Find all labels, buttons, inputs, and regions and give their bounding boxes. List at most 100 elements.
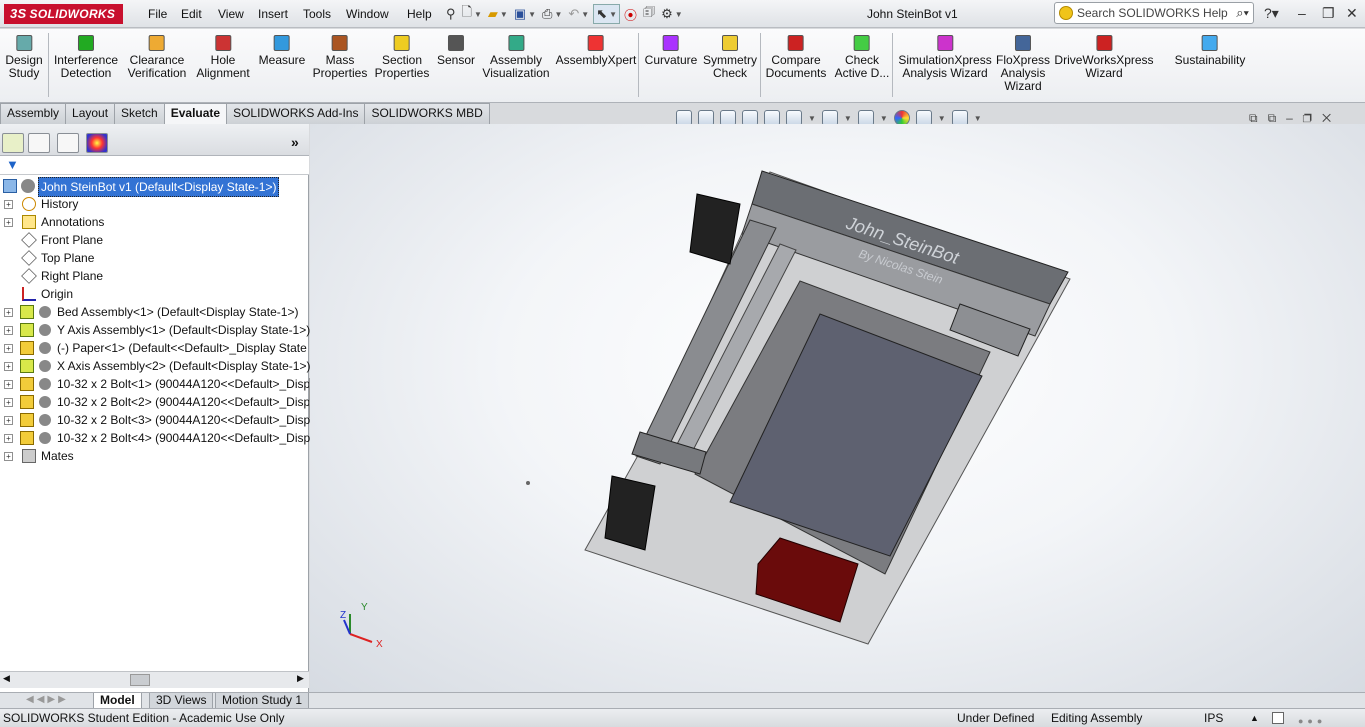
expand-icon[interactable]: + xyxy=(4,218,13,227)
file-properties-icon[interactable]: 🗊 xyxy=(641,4,657,24)
tree-item[interactable]: +10-32 x 2 Bolt<3> (90044A120<<Default>_… xyxy=(0,411,313,429)
save-icon[interactable]: ▣ ▼ xyxy=(512,4,538,24)
select-cursor-icon[interactable]: ⬉ ▼ xyxy=(593,4,621,24)
chevron-down-icon[interactable]: ▼ xyxy=(974,114,982,123)
help-question-icon[interactable]: ?▾ xyxy=(1264,5,1279,22)
tree-item[interactable]: +10-32 x 2 Bolt<4> (90044A120<<Default>_… xyxy=(0,429,313,447)
menu-insert[interactable]: Insert xyxy=(258,7,288,21)
tree-item[interactable]: + Annotations xyxy=(0,213,309,231)
expand-icon[interactable]: + xyxy=(4,452,13,461)
featuremanager-tab-icon[interactable] xyxy=(2,133,24,153)
scroll-left-icon[interactable]: ◀ xyxy=(3,673,10,684)
cmd-section-properties-button[interactable]: Section Properties xyxy=(375,33,429,80)
menu-help[interactable]: Help xyxy=(407,7,432,21)
tree-item[interactable]: +10-32 x 2 Bolt<2> (90044A120<<Default>_… xyxy=(0,393,313,411)
tree-item[interactable]: +10-32 x 2 Bolt<1> (90044A120<<Default>_… xyxy=(0,375,313,393)
configurationmanager-tab-icon[interactable] xyxy=(57,133,79,153)
filter-icon[interactable]: ▼ xyxy=(6,157,19,172)
bottom-tab-model[interactable]: Model xyxy=(93,693,142,709)
menu-window[interactable]: Window xyxy=(346,7,389,21)
propertymanager-tab-icon[interactable] xyxy=(28,133,50,153)
tab-sketch[interactable]: Sketch xyxy=(114,103,165,124)
expand-icon[interactable]: + xyxy=(4,434,13,443)
tab-solidworks-add-ins[interactable]: SOLIDWORKS Add-Ins xyxy=(226,103,366,124)
cmd-clearance-verification-button[interactable]: Clearance Verification xyxy=(128,33,186,80)
scroll-right-icon[interactable]: ▶ xyxy=(297,673,304,684)
cmd-driveworksxpress-button[interactable]: DriveWorksXpress Wizard xyxy=(1054,33,1154,80)
status-toggle-icon[interactable] xyxy=(1272,712,1284,724)
tree-item[interactable]: + History xyxy=(0,195,309,213)
cmd-floxpress-button[interactable]: FloXpress Analysis Wizard xyxy=(996,33,1050,93)
cmd-measure-button[interactable]: Measure xyxy=(259,33,305,67)
tree-item[interactable]: Top Plane xyxy=(0,249,309,267)
scroll-thumb[interactable] xyxy=(130,674,150,686)
menu-view[interactable]: View xyxy=(218,7,244,21)
tab-layout[interactable]: Layout xyxy=(65,103,116,124)
cmd-symmetry-check-button[interactable]: Symmetry Check xyxy=(703,33,757,80)
open-folder-icon[interactable]: ▰ ▼ xyxy=(486,4,510,24)
tree-item[interactable]: Front Plane xyxy=(0,231,309,249)
cmd-design-study-button[interactable]: Design Study xyxy=(5,33,43,80)
tree-item[interactable]: + Bed Assembly<1> (Default<Display State-… xyxy=(0,303,309,321)
menu-file[interactable]: File xyxy=(148,7,167,21)
tab-evaluate[interactable]: Evaluate xyxy=(163,103,228,125)
cmd-simulationxpress-button[interactable]: SimulationXpress Analysis Wizard xyxy=(898,33,992,80)
cmd-interference-detection-button[interactable]: Interference Detection xyxy=(54,33,118,80)
cmd-mass-properties-button[interactable]: Mass Properties xyxy=(313,33,367,80)
expand-panel-icon[interactable]: » xyxy=(291,134,299,150)
expand-icon[interactable]: + xyxy=(4,308,13,317)
rebuild-traffic-light-icon[interactable]: ⦿ xyxy=(622,4,639,24)
tree-item[interactable]: + Y Axis Assembly<1> (Default<Display Sta… xyxy=(0,321,310,339)
tree-item[interactable]: Origin xyxy=(0,285,309,303)
bottom-tab-3d-views[interactable]: 3D Views xyxy=(149,693,214,709)
graphics-area[interactable]: John_SteinBot By Nicolas Stein Y X Z xyxy=(310,124,1365,692)
cmd-curvature-button[interactable]: Curvature xyxy=(645,33,697,67)
status-units[interactable]: IPS xyxy=(1204,709,1223,727)
cmd-sensor-button[interactable]: Sensor xyxy=(437,33,475,67)
tab-assembly[interactable]: Assembly xyxy=(0,103,67,124)
expand-icon[interactable]: + xyxy=(4,326,13,335)
undo-icon[interactable]: ↶ ▼ xyxy=(566,4,591,24)
expand-icon[interactable]: + xyxy=(4,416,13,425)
cmd-check-active-document-button[interactable]: Check Active D... xyxy=(835,33,889,80)
tree-item[interactable]: + (-) Paper<1> (Default<<Default>_Display… xyxy=(0,339,309,357)
tab-scroll-arrows[interactable]: ◀◀▶▶ xyxy=(26,694,69,705)
tree-item[interactable]: Right Plane xyxy=(0,267,309,285)
new-document-icon[interactable]: 🗋 ▼ xyxy=(460,4,484,24)
units-chevron-icon[interactable]: ▲ xyxy=(1250,709,1259,727)
expand-icon[interactable]: + xyxy=(4,344,13,353)
size-grip-icon[interactable]: ●●● xyxy=(1298,712,1326,727)
expand-icon[interactable]: + xyxy=(4,380,13,389)
menu-tools[interactable]: Tools xyxy=(303,7,331,21)
minimize-icon[interactable]: – xyxy=(1298,5,1306,21)
tab-solidworks-mbd[interactable]: SOLIDWORKS MBD xyxy=(364,103,490,124)
model-viewport[interactable]: John_SteinBot By Nicolas Stein Y X Z xyxy=(310,124,1365,692)
pin-icon[interactable]: ⚲ xyxy=(444,4,458,24)
tree-root[interactable]: John SteinBot v1 (Default<Display State-… xyxy=(0,177,309,197)
expand-icon[interactable]: + xyxy=(4,362,13,371)
close-icon[interactable]: ✕ xyxy=(1346,5,1358,22)
options-icon[interactable]: ⚙ ▼ xyxy=(659,4,685,24)
horizontal-scrollbar[interactable]: ◀ ▶ xyxy=(0,671,309,688)
tree-item[interactable]: + Mates xyxy=(0,447,309,465)
solidworks-logo[interactable]: 3S SOLIDWORKS xyxy=(4,4,124,24)
chevron-down-icon[interactable]: ▼ xyxy=(880,114,888,123)
tree-filter[interactable]: ▼ xyxy=(0,156,309,175)
expand-icon[interactable]: + xyxy=(4,200,13,209)
menu-edit[interactable]: Edit xyxy=(181,7,202,21)
cmd-hole-alignment-button[interactable]: Hole Alignment xyxy=(196,33,250,80)
chevron-down-icon[interactable]: ▼ xyxy=(938,114,946,123)
cmd-compare-documents-button[interactable]: Compare Documents xyxy=(766,33,826,80)
search-icon[interactable]: ⌕▾ xyxy=(1236,5,1249,21)
displaymanager-tab-icon[interactable] xyxy=(86,133,108,153)
tree-item[interactable]: + X Axis Assembly<2> (Default<Display Sta… xyxy=(0,357,310,375)
search-box[interactable]: Search SOLIDWORKS Help ⌕▾ xyxy=(1054,2,1254,24)
bottom-tab-motion-study-1[interactable]: Motion Study 1 xyxy=(215,693,310,709)
restore-icon[interactable]: ❐ xyxy=(1322,5,1335,22)
print-icon[interactable]: ⎙ ▼ xyxy=(540,4,564,24)
cmd-assemblyxpert-button[interactable]: AssemblyXpert xyxy=(556,33,636,67)
cmd-assembly-visualization-button[interactable]: Assembly Visualization xyxy=(482,33,550,80)
chevron-down-icon[interactable]: ▼ xyxy=(808,114,816,123)
cmd-sustainability-button[interactable]: Sustainability xyxy=(1175,33,1245,67)
expand-icon[interactable]: + xyxy=(4,398,13,407)
